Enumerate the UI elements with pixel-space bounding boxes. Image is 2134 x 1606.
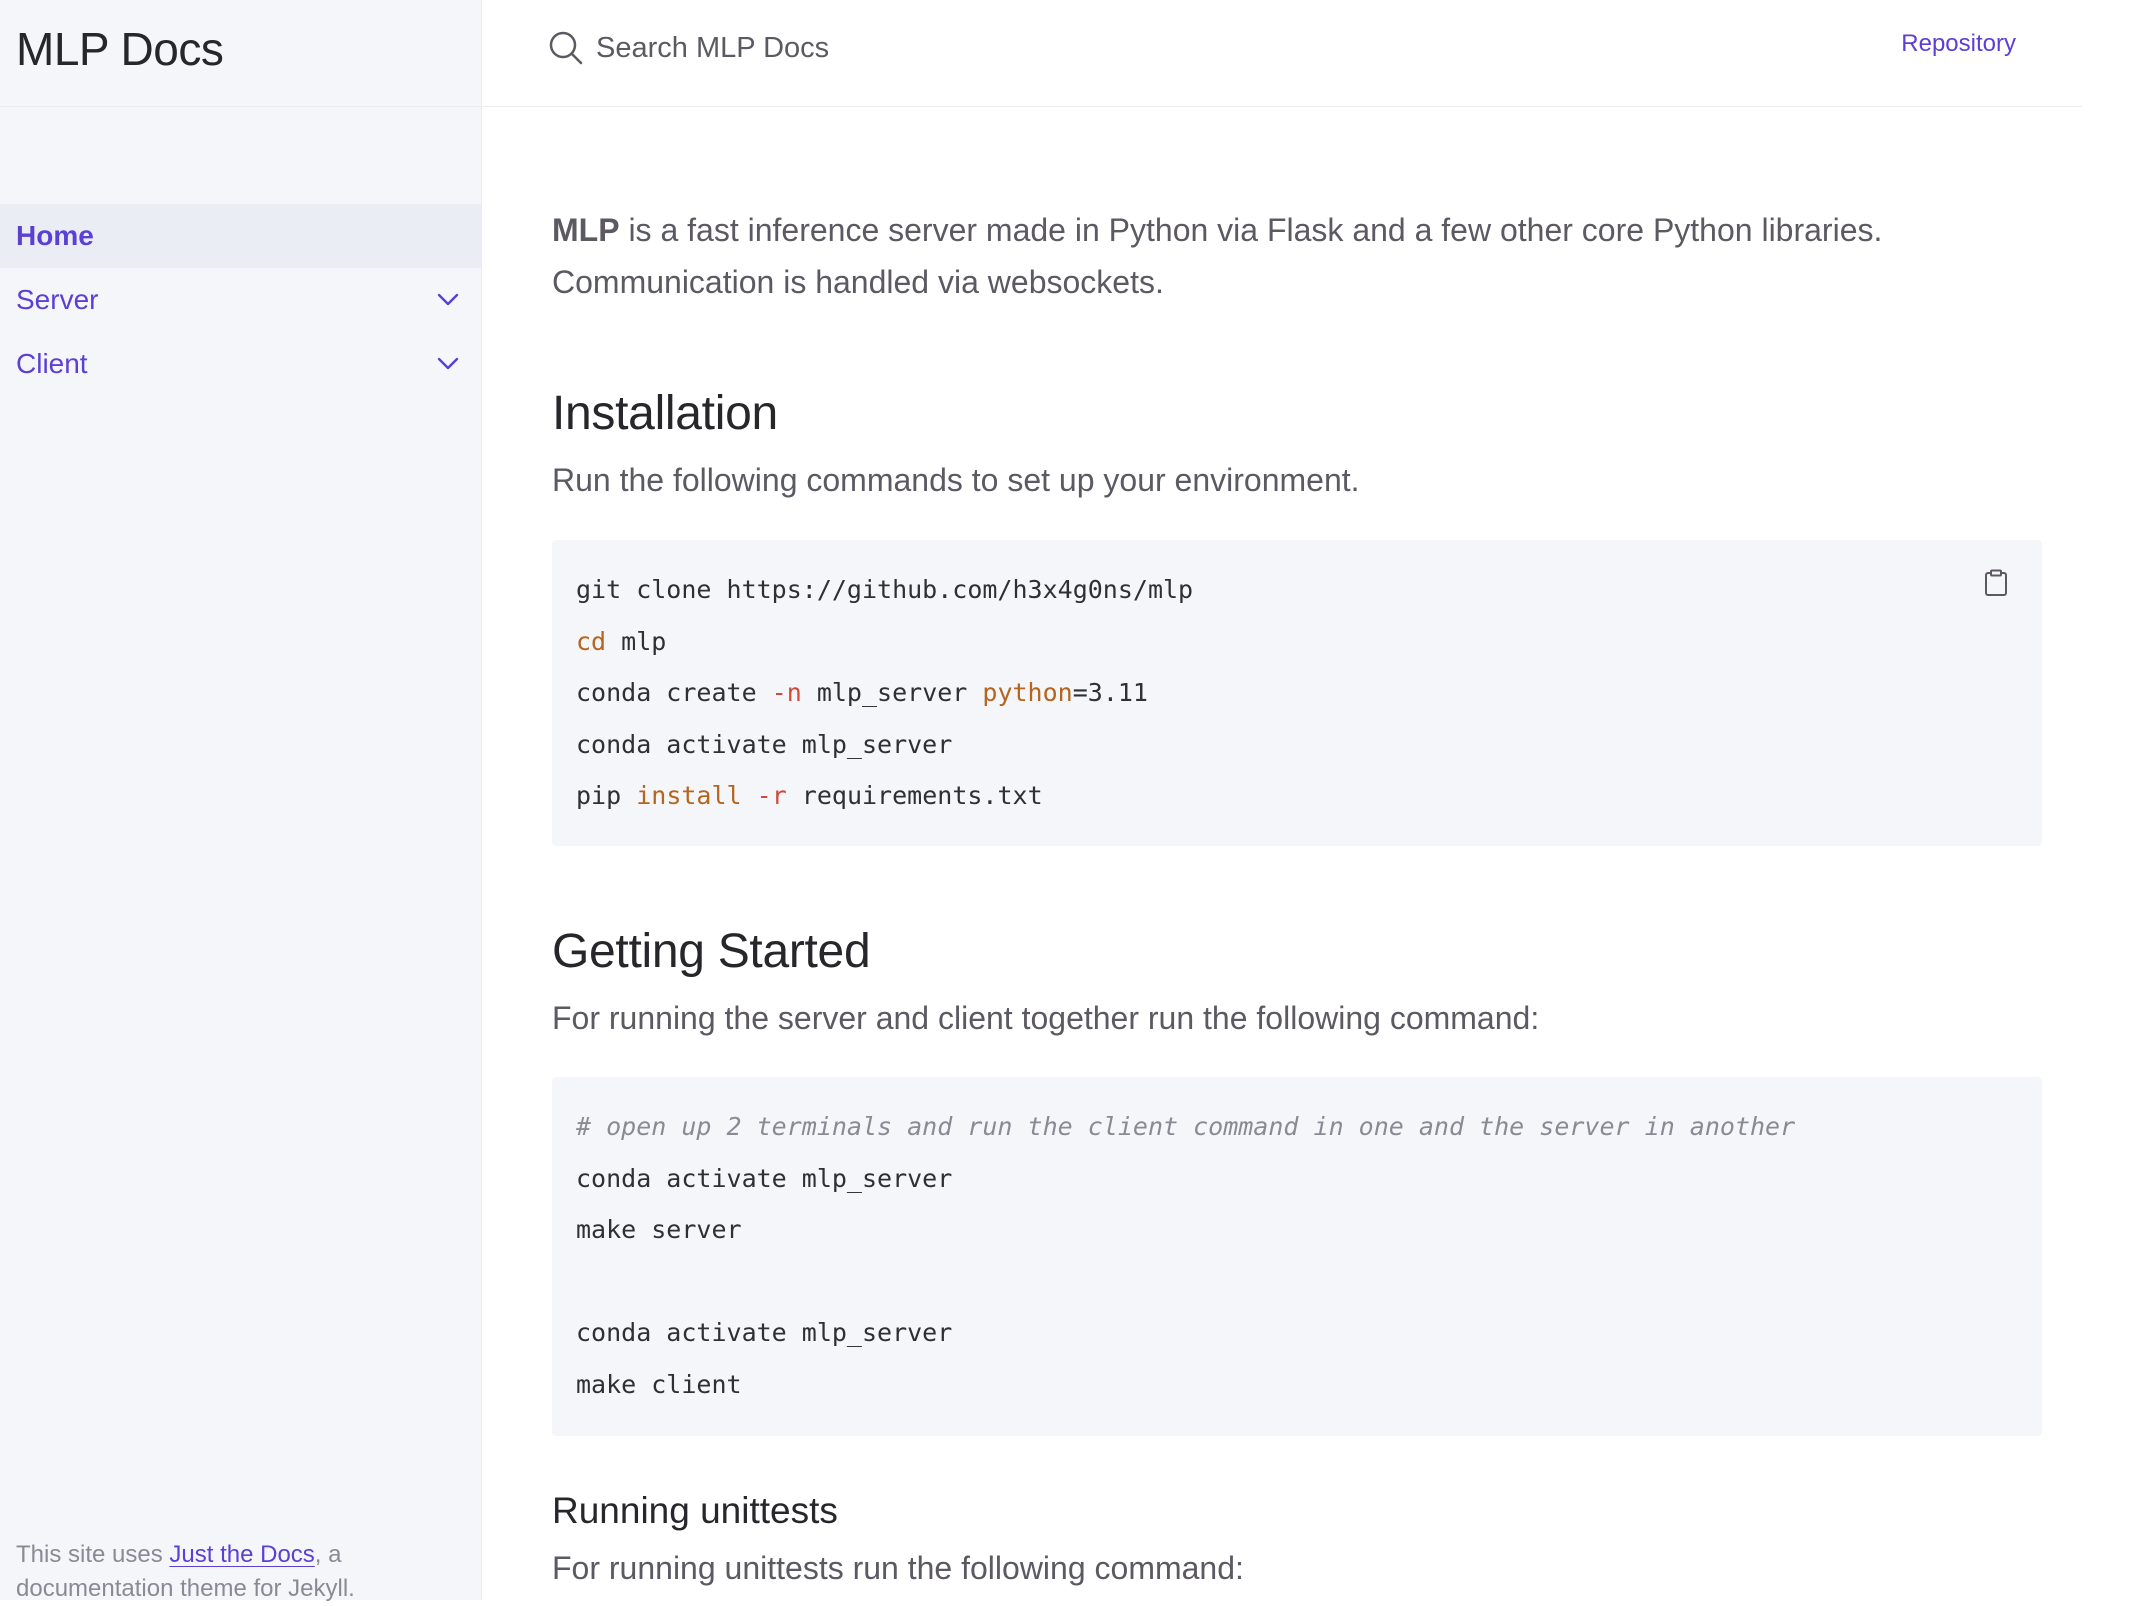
getting-started-description: For running the server and client togeth… — [552, 1000, 1540, 1036]
site-header: MLP Docs — [0, 0, 481, 107]
code-line: conda activate mlp_server — [576, 1163, 953, 1193]
nav-item-label: Home — [16, 220, 94, 251]
installation-description: Run the following commands to set up you… — [552, 462, 1360, 498]
code-line: make client — [576, 1369, 742, 1399]
search-input[interactable] — [596, 31, 1496, 65]
nav-item-label: Client — [16, 348, 88, 379]
sidebar: MLP Docs Home Server Client This site us… — [0, 0, 482, 1602]
code-comment: # open up 2 terminals and run the client… — [576, 1112, 1796, 1141]
nav-item-home[interactable]: Home — [0, 204, 481, 268]
code-line: pip install -r requirements.txt — [576, 781, 1043, 810]
code-line: conda create -n mlp_server python=3.11 — [576, 678, 1148, 707]
chevron-down-icon[interactable] — [433, 349, 463, 379]
repository-link[interactable]: Repository — [1901, 30, 2016, 58]
sidebar-footer: This site uses Just the Docs, a document… — [16, 1538, 416, 1606]
code-line: conda activate mlp_server — [576, 1318, 953, 1347]
nav-item-client[interactable]: Client — [0, 332, 481, 396]
intro-paragraph: MLP is a fast inference server made in P… — [552, 204, 2042, 308]
nav-list: Home Server Client — [0, 204, 481, 396]
search-bar — [548, 28, 1496, 68]
chevron-down-icon[interactable] — [433, 285, 463, 315]
footer-text-prefix: This site uses — [16, 1541, 170, 1568]
unittests-heading: Running unittests — [552, 1490, 838, 1531]
main-header: Repository — [482, 0, 2082, 107]
code-line: git clone https://github.com/h3x4g0ns/ml… — [576, 575, 1194, 604]
code-line: conda activate mlp_server — [576, 729, 953, 759]
nav-item-label: Server — [16, 284, 99, 315]
getting-started-code-block: # open up 2 terminals and run the client… — [552, 1077, 2042, 1436]
getting-started-heading: Getting Started — [552, 925, 871, 978]
unittests-description: For running unittests run the following … — [552, 1550, 1244, 1586]
copy-icon[interactable] — [1982, 568, 2010, 598]
intro-bold: MLP — [552, 212, 620, 248]
installation-heading: Installation — [552, 387, 778, 440]
search-icon — [548, 30, 584, 66]
code-line: cd mlp — [576, 626, 667, 656]
intro-text: is a fast inference server made in Pytho… — [552, 212, 1883, 300]
installation-code-block: git clone https://github.com/h3x4g0ns/ml… — [552, 540, 2042, 846]
site-title[interactable]: MLP Docs — [16, 22, 224, 76]
just-the-docs-link[interactable]: Just the Docs — [169, 1541, 314, 1568]
nav-item-server[interactable]: Server — [0, 268, 481, 332]
code-line: make server — [576, 1215, 742, 1244]
